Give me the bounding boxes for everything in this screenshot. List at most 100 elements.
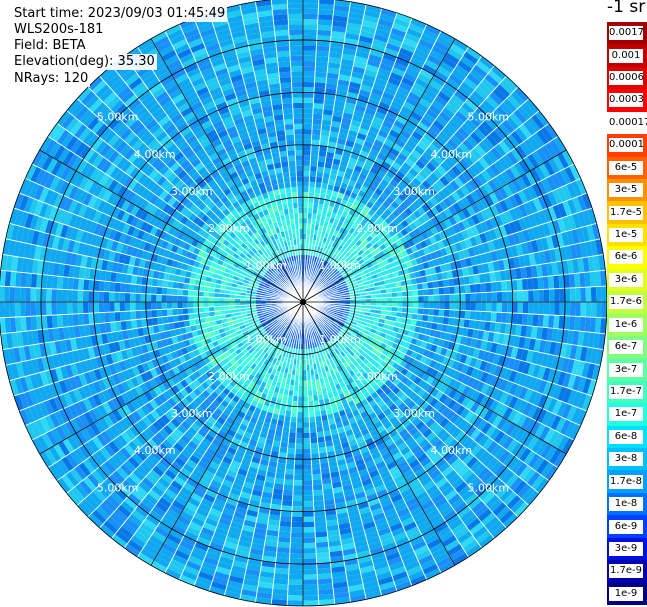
ppi-gate-cell [516, 279, 523, 291]
ppi-gate-cell [281, 500, 293, 507]
ppi-gate-cell [428, 302, 434, 309]
ppi-gate-cell [596, 302, 602, 318]
ppi-gate-cell [549, 288, 555, 302]
ppi-gate-cell [303, 24, 318, 30]
ppi-gate-cell [316, 166, 325, 173]
ppi-gate-cell [463, 319, 470, 329]
ppi-gate-cell [296, 417, 303, 423]
ppi-gate-cell [412, 296, 419, 302]
ppi-gate-cell [303, 150, 311, 156]
ppi-gate-cell [283, 479, 294, 486]
ppi-gate-cell [580, 302, 586, 317]
ppi-gate-cell [303, 87, 315, 93]
ppi-gate-cell [559, 288, 566, 302]
ppi-gate-cell [422, 308, 429, 316]
ppi-gate-cell [313, 97, 325, 104]
ppi-gate-cell [309, 432, 318, 439]
ppi-gate-cell [316, 431, 325, 438]
ppi-gate-cell [501, 291, 508, 302]
ppi-gate-cell [303, 129, 313, 135]
ppi-gate-cell [303, 411, 309, 418]
ppi-gate-cell [276, 462, 286, 469]
ppi-gate-cell [277, 541, 291, 548]
ppi-gate-cell [312, 484, 323, 491]
ppi-gate-cell [303, 92, 314, 98]
ppi-gate-cell [287, 448, 296, 454]
ppi-gate-cell [533, 302, 539, 315]
ppi-gate-cell [312, 474, 322, 480]
ppi-gate-cell [303, 579, 318, 585]
ppi-gate-cell [501, 302, 508, 313]
ppi-gate-cell [433, 308, 440, 317]
ppi-gate-cell [315, 50, 330, 57]
ppi-gate-cell [432, 280, 439, 289]
ppi-gate-cell [303, 207, 308, 213]
ppi-gate-cell [303, 401, 309, 407]
ppi-gate-cell [303, 202, 309, 208]
ppi-gate-cell [485, 311, 492, 322]
ppi-gate-cell [291, 521, 303, 528]
ppi-gate-cell [575, 302, 581, 317]
ppi-gate-cell [282, 494, 293, 501]
ppi-gate-cell [320, 135, 330, 142]
ppi-gate-cell [276, 552, 290, 559]
ppi-gate-cell [274, 573, 289, 580]
ppi-gate-cell [418, 302, 424, 309]
ppi-gate-cell [303, 118, 313, 124]
ppi-gate-cell [277, 536, 291, 543]
ppi-gate-cell [289, 558, 303, 565]
ppi-gate-cell [527, 313, 534, 327]
ppi-gate-cell [292, 490, 303, 496]
ppi-gate-cell [303, 113, 313, 119]
ppi-gate-cell [290, 527, 303, 533]
ppi-gate-cell [470, 292, 476, 302]
ppi-gate-cell [303, 500, 314, 507]
ppi-gate-cell [295, 438, 303, 444]
ppi-gate-cell [303, 97, 314, 104]
ppi-gate-cell [287, 589, 303, 596]
ppi-gate-cell [532, 314, 539, 327]
ppi-gate-cell [303, 490, 314, 496]
ppi-gate-cell [422, 288, 429, 296]
ppi-gate-cell [501, 312, 508, 324]
ppi-gate-cell [303, 548, 317, 554]
ppi-gate-cell [444, 294, 450, 302]
ppi-gate-cell [559, 302, 566, 316]
ppi-gate-cell [303, 34, 317, 41]
ppi-gate-cell [303, 448, 311, 454]
ppi-gate-cell [289, 563, 303, 570]
ppi-gate-cell [287, 600, 303, 606]
ppi-gate-cell [537, 314, 544, 328]
ppi-gate-cell [579, 316, 586, 332]
ppi-gate-cell [303, 186, 309, 193]
ppi-gate-cell [311, 134, 321, 141]
ppi-gate-cell [309, 181, 316, 188]
ppi-gate-cell [469, 283, 476, 294]
ppi-gate-cell [303, 3, 319, 9]
ppi-gate-cell [303, 29, 318, 36]
ppi-gate-cell [297, 406, 303, 413]
ppi-gate-cell [303, 553, 317, 559]
ppi-gate-cell [288, 568, 303, 575]
ppi-gate-cell [293, 485, 303, 491]
ppi-gate-cell [303, 160, 311, 166]
ppi-gate-cell [569, 302, 576, 317]
ppi-gate-cell [293, 469, 303, 475]
ppi-gate-cell [564, 288, 571, 302]
ppi-gate-cell [475, 311, 481, 321]
ppi-gate-cell [317, 19, 333, 26]
ppi-gate-cell [495, 312, 502, 323]
ppi-gate-cell [507, 291, 513, 302]
ppi-gate-cell [486, 292, 492, 302]
ppi-gate-cell [311, 468, 322, 475]
ppi-gate-cell [501, 280, 508, 292]
ppi-gate-cell [303, 191, 309, 198]
ppi-gate-cell [548, 275, 555, 290]
ppi-gate-cell [295, 443, 303, 449]
ppi-gate-cell [317, 441, 326, 448]
ppi-gate-cell [495, 281, 502, 292]
ppi-gate-cell [496, 291, 503, 302]
ppi-gate-cell [465, 302, 471, 311]
ppi-gate-cell [303, 39, 317, 46]
ppi-gate-cell [290, 532, 303, 538]
